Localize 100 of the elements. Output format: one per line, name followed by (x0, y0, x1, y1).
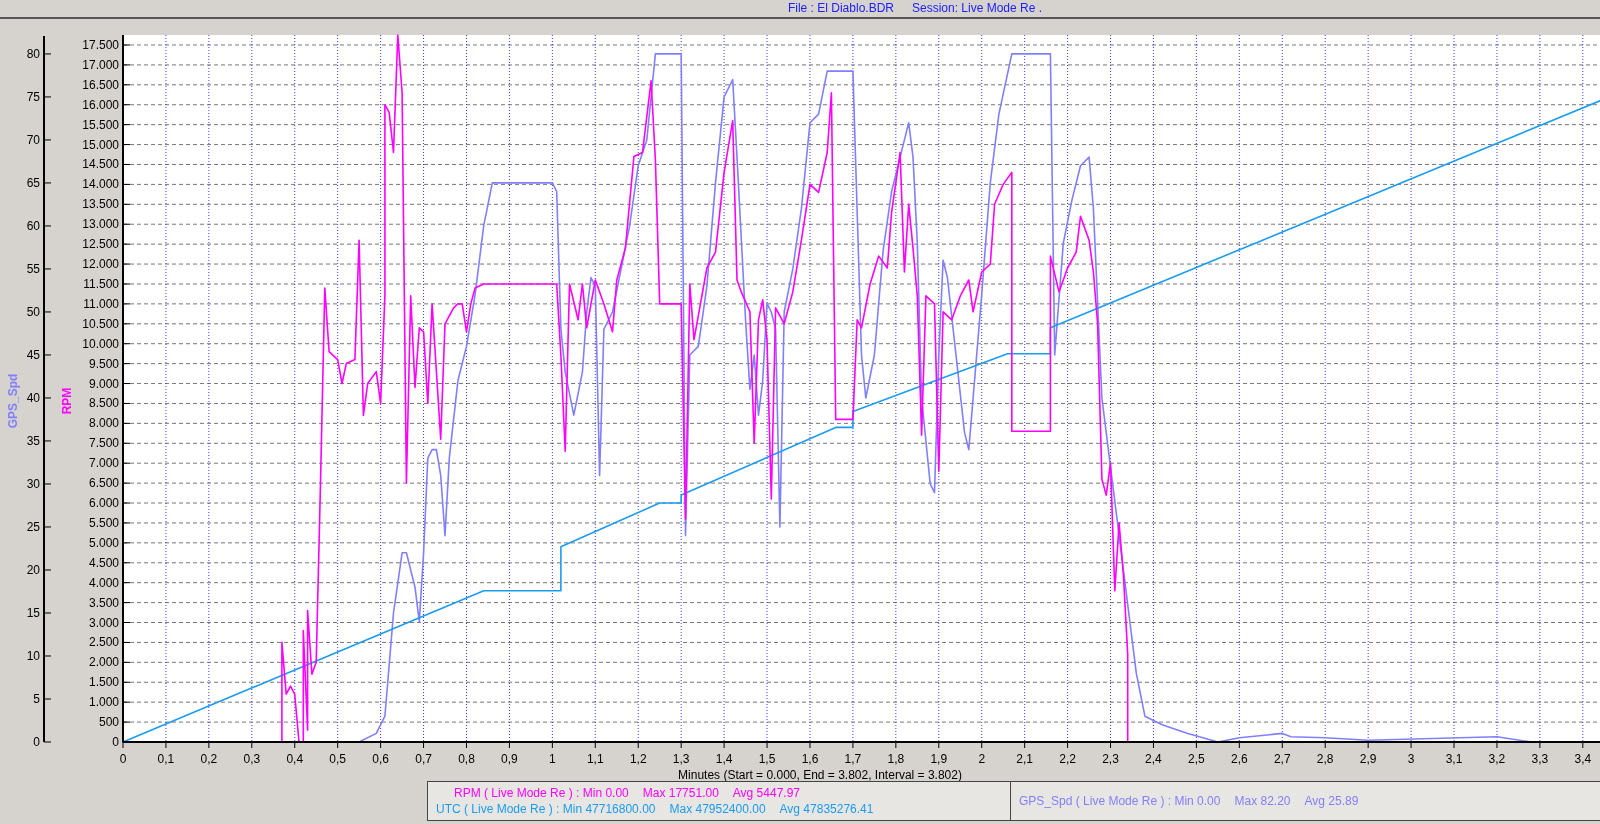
tick-label: 0,5 (329, 752, 346, 766)
legend-avg: Avg 5447.97 (732, 785, 800, 801)
tick-label: 1,4 (715, 752, 733, 766)
tick-label: 500 (98, 715, 119, 730)
tick-label: 7.000 (88, 456, 119, 471)
legend-max: Max 82.20 (1234, 793, 1291, 809)
tick-label: 15 (26, 606, 40, 620)
tick-label: 11.500 (83, 276, 119, 291)
tick-label: 75 (26, 89, 40, 104)
axis-title: Minutes (Start = 0.000, End = 3.802, Interval = 3.802) (678, 768, 962, 781)
tick-label: 10 (26, 649, 40, 663)
legend-avg: Avg 25.89 (1304, 793, 1359, 809)
tick-label: 0,1 (157, 752, 175, 766)
tick-label: 16.000 (82, 97, 119, 112)
legend-max: Max 17751.00 (642, 785, 719, 801)
tick-label: 0 (112, 735, 119, 749)
tick-label: 1,6 (801, 752, 819, 766)
tick-label: 3.000 (88, 615, 119, 630)
tick-label: 4.500 (88, 555, 119, 570)
tick-label: 1,7 (844, 752, 862, 766)
tick-label: 1,1 (586, 752, 604, 766)
tick-label: 1.500 (88, 675, 119, 690)
tick-label: 13.500 (82, 197, 119, 212)
tick-label: 3,3 (1531, 752, 1549, 766)
tick-label: 60 (26, 218, 40, 233)
tick-label: 14.000 (82, 177, 119, 192)
tick-label: 4.000 (88, 575, 119, 590)
tick-label: 1,5 (758, 752, 776, 766)
tick-label: 2 (978, 752, 986, 766)
tick-label: 30 (26, 476, 40, 491)
tick-label: 0,4 (286, 752, 304, 766)
tick-label: 2,5 (1188, 752, 1205, 766)
tick-label: 0,6 (372, 752, 389, 766)
tick-label: 17.000 (82, 57, 119, 72)
tick-label: 8.000 (88, 416, 119, 431)
tick-label: 2,3 (1102, 752, 1119, 766)
tick-label: 2,9 (1359, 752, 1377, 766)
tick-label: 5 (33, 692, 40, 706)
tick-label: 15.500 (82, 117, 119, 132)
tick-label: 40 (26, 390, 40, 405)
tick-label: 7.500 (88, 436, 119, 451)
tick-label: 15.000 (82, 137, 119, 152)
session-name: Session: Live Mode Re . (911, 2, 1043, 15)
tick-label: 1,2 (629, 752, 647, 766)
tick-label: 35 (26, 433, 40, 448)
tick-label: 2,7 (1273, 752, 1291, 766)
tick-label: 14.500 (82, 157, 119, 172)
tick-label: 2,4 (1145, 752, 1162, 766)
tick-label: 20 (26, 563, 40, 577)
tick-label: 2.500 (88, 635, 119, 650)
tick-label: 1.000 (88, 695, 119, 710)
legend-max: Max 47952400.00 (669, 801, 766, 817)
tick-label: 2,6 (1231, 752, 1248, 766)
tick-label: 2,2 (1059, 752, 1076, 766)
tick-label: 3 (1407, 752, 1415, 766)
file-name: File : El Diablo.BDR (787, 2, 894, 15)
tick-label: 2.000 (88, 655, 119, 670)
tick-label: 2,1 (1016, 752, 1033, 766)
tick-label: 9.000 (88, 376, 119, 391)
tick-label: 0 (33, 735, 40, 749)
tick-label: 65 (26, 175, 40, 190)
tick-label: 1,9 (930, 752, 948, 766)
tick-label: 45 (26, 347, 40, 362)
tick-label: 1,8 (887, 752, 905, 766)
axis-title: RPM (60, 387, 74, 415)
legend-avg: Avg 47835276.41 (779, 801, 874, 817)
tick-label: 12.500 (82, 237, 119, 252)
tick-label: 0,7 (415, 752, 432, 766)
tick-label: 0,2 (200, 752, 218, 766)
legend-label: UTC ( Live Mode Re ) : Min 47716800.00 (436, 801, 656, 817)
tick-label: 50 (26, 304, 40, 319)
tick-label: 70 (26, 132, 40, 147)
tick-label: 2,8 (1316, 752, 1334, 766)
tick-label: 5.000 (88, 535, 119, 550)
tick-label: 3,4 (1574, 752, 1592, 766)
tick-label: 25 (26, 520, 40, 534)
tick-label: 9.500 (88, 356, 119, 371)
tick-label: 3,2 (1488, 752, 1506, 766)
tick-label: 8.500 (88, 396, 119, 411)
legend-label: GPS_Spd ( Live Mode Re ) : Min 0.00 (1019, 793, 1221, 809)
tick-label: 5.500 (88, 515, 119, 530)
tick-label: 6.000 (88, 496, 119, 511)
tick-label: 0 (119, 752, 127, 766)
axis-title: GPS_Spd (6, 373, 20, 429)
tick-label: 0,8 (458, 752, 475, 766)
tick-label: 10.500 (82, 316, 119, 331)
tick-label: 1,3 (672, 752, 690, 766)
tick-label: 17.500 (82, 38, 119, 52)
tick-label: 3.500 (88, 595, 119, 610)
legend-label: RPM ( Live Mode Re ) : Min 0.00 (454, 785, 629, 801)
tick-label: 13.000 (82, 217, 119, 232)
tick-label: 0,9 (501, 752, 518, 766)
tick-label: 10.000 (82, 336, 119, 351)
tick-label: 11.000 (83, 296, 119, 311)
tick-label: 16.500 (82, 77, 119, 92)
tick-label: 80 (26, 46, 40, 61)
tick-label: 3,1 (1445, 752, 1463, 766)
tick-label: 6.500 (88, 476, 119, 491)
tick-label: 1 (549, 752, 556, 766)
tick-label: 12.000 (82, 257, 119, 272)
